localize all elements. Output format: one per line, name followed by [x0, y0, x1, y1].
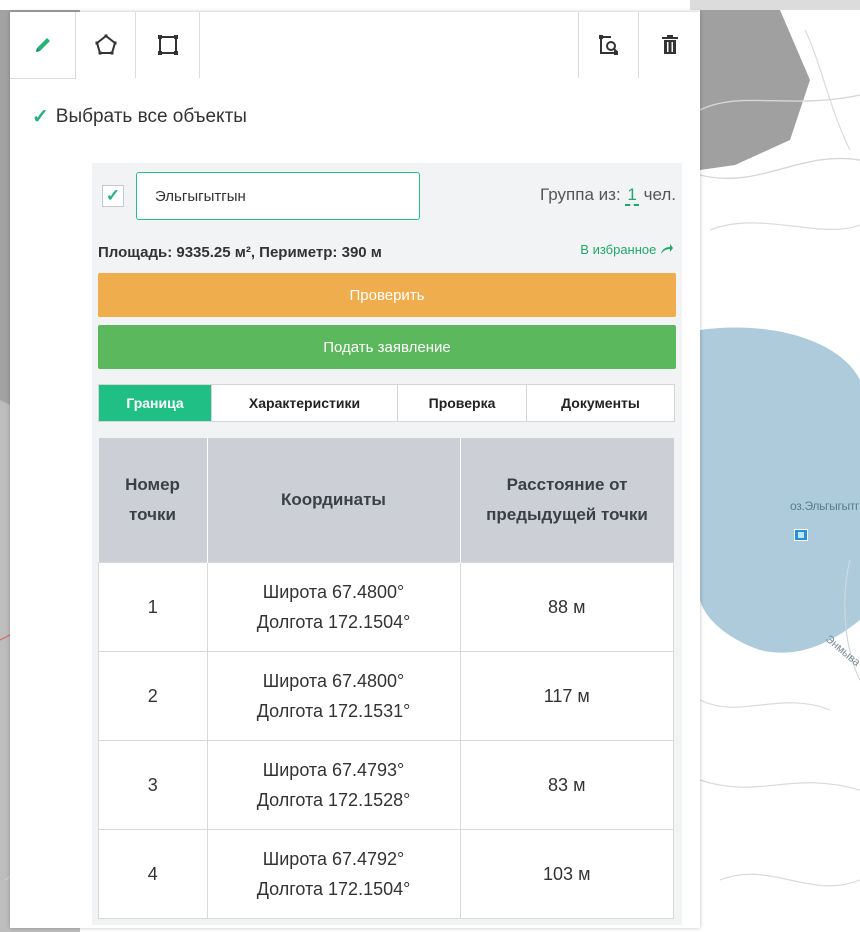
select-all-label: Выбрать все объекты — [55, 105, 247, 127]
checkmark-icon: ✓ — [32, 106, 49, 128]
lake-marker-icon[interactable] — [794, 529, 808, 541]
area-perimeter-text: Площадь: 9335.25 м², Периметр: 390 м — [98, 244, 382, 261]
point-number: 1 — [98, 562, 208, 652]
tab-boundary[interactable]: Граница — [99, 385, 212, 421]
point-number: 4 — [98, 829, 208, 919]
submit-application-button[interactable]: Подать заявление — [98, 325, 676, 369]
checkmark-icon: ✓ — [105, 186, 121, 205]
longitude: Долгота 172.1528° — [256, 790, 411, 810]
group-label: Группа из: — [540, 185, 621, 204]
zoom-to-button[interactable] — [578, 12, 638, 78]
pencil-icon — [35, 38, 50, 52]
draw-rectangle-button[interactable] — [136, 12, 200, 78]
longitude: Долгота 172.1504° — [256, 612, 411, 632]
point-coordinates: Широта 67.4793° Долгота 172.1528° — [206, 740, 461, 830]
point-distance: 117 м — [459, 651, 674, 741]
select-all-checkbox[interactable]: ✓ Выбрать все объекты — [32, 104, 247, 129]
latitude: Широта 67.4792° — [262, 849, 405, 869]
col-distance: Расстояние от предыдущей точки — [460, 438, 674, 563]
rectangle-icon — [157, 35, 178, 55]
group-unit: чел. — [643, 185, 676, 204]
col-coordinates: Координаты — [207, 438, 461, 563]
table-row: 3 Широта 67.4793° Долгота 172.1528° 83 м — [98, 740, 674, 830]
point-distance: 88 м — [459, 562, 674, 652]
tab-characteristics[interactable]: Характеристики — [212, 385, 398, 421]
draw-panel: ✓ Выбрать все объекты ✓ Группа из: 1 чел… — [10, 12, 700, 928]
delete-button[interactable] — [638, 12, 700, 78]
group-info: Группа из: 1 чел. — [540, 185, 676, 206]
point-number: 2 — [98, 651, 208, 741]
check-button[interactable]: Проверить — [98, 273, 676, 317]
share-arrow-icon — [661, 244, 673, 254]
points-table: Номер точки Координаты Расстояние от пре… — [98, 438, 674, 919]
object-card: ✓ Группа из: 1 чел. Площадь: 9335.25 м²,… — [92, 163, 682, 925]
point-distance: 83 м — [459, 740, 674, 830]
favorites-label: В избранное — [580, 242, 657, 257]
latitude: Широта 67.4800° — [262, 582, 405, 602]
draw-toolbar — [10, 12, 700, 79]
tab-check[interactable]: Проверка — [398, 385, 527, 421]
tab-documents[interactable]: Документы — [527, 385, 674, 421]
table-row: 1 Широта 67.4800° Долгота 172.1504° 88 м — [98, 562, 674, 652]
draw-line-button[interactable] — [10, 12, 76, 78]
col-point-number: Номер точки — [98, 438, 208, 563]
point-coordinates: Широта 67.4792° Долгота 172.1504° — [206, 829, 461, 919]
latitude: Широта 67.4793° — [262, 760, 405, 780]
point-coordinates: Широта 67.4800° Долгота 172.1504° — [206, 562, 461, 652]
point-coordinates: Широта 67.4800° Долгота 172.1531° — [206, 651, 461, 741]
table-header-row: Номер точки Координаты Расстояние от пре… — [98, 438, 674, 563]
table-row: 2 Широта 67.4800° Долгота 172.1531° 117 … — [98, 651, 674, 741]
object-name-input[interactable] — [136, 172, 420, 220]
lake-label: оз.Эльгыгытгын — [790, 499, 860, 513]
group-count-link[interactable]: 1 — [625, 185, 639, 206]
add-to-favorites-link[interactable]: В избранное — [580, 242, 674, 257]
object-checkbox[interactable]: ✓ — [102, 185, 124, 207]
point-number: 3 — [98, 740, 208, 830]
point-distance: 103 м — [459, 829, 674, 919]
zoom-to-icon — [598, 35, 618, 55]
latitude: Широта 67.4800° — [262, 671, 405, 691]
tabs-bar: Граница Характеристики Проверка Документ… — [98, 384, 675, 422]
table-row: 4 Широта 67.4792° Долгота 172.1504° 103 … — [98, 829, 674, 919]
draw-polygon-button[interactable] — [76, 12, 136, 78]
longitude: Долгота 172.1531° — [256, 701, 411, 721]
trash-icon — [661, 35, 678, 54]
polygon-icon — [95, 34, 116, 55]
longitude: Долгота 172.1504° — [256, 879, 411, 899]
